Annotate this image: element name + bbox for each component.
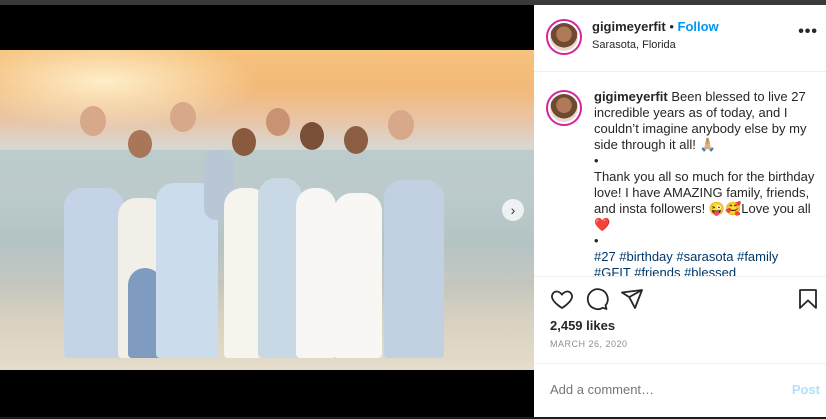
person-head bbox=[300, 122, 324, 150]
bookmark-icon[interactable] bbox=[796, 287, 820, 311]
heart-icon[interactable] bbox=[550, 287, 574, 311]
person-head bbox=[170, 102, 196, 132]
comment-icon[interactable] bbox=[585, 287, 609, 311]
sunset-glow bbox=[0, 50, 260, 130]
chevron-right-icon[interactable]: › bbox=[502, 199, 524, 221]
post-date: MARCH 26, 2020 bbox=[550, 339, 628, 349]
share-icon[interactable] bbox=[620, 287, 644, 311]
post-media[interactable]: › bbox=[0, 5, 534, 417]
location-link[interactable]: Sarasota, Florida bbox=[592, 39, 676, 51]
avatar-image bbox=[550, 23, 578, 51]
caption-text: Thank you all so much for the birthday l… bbox=[594, 169, 815, 232]
avatar-image bbox=[550, 94, 578, 122]
caption-bullet: • bbox=[594, 233, 599, 248]
comment-input[interactable] bbox=[550, 382, 760, 397]
person-head bbox=[128, 130, 152, 158]
post-actions: 2,459 likes MARCH 26, 2020 Post bbox=[534, 276, 826, 418]
likes-count[interactable]: 2,459 likes bbox=[550, 318, 615, 333]
separator-dot: • bbox=[669, 19, 674, 34]
person-figure bbox=[384, 180, 444, 358]
post-comment-button[interactable]: Post bbox=[792, 382, 820, 397]
post-header: gigimeyerfit • Follow Sarasota, Florida … bbox=[534, 5, 826, 72]
avatar[interactable] bbox=[546, 90, 582, 126]
avatar[interactable] bbox=[546, 19, 582, 55]
comment-form: Post bbox=[534, 363, 826, 419]
person-head bbox=[80, 106, 106, 136]
caption: gigimeyerfit Been blessed to live 27 inc… bbox=[594, 89, 816, 276]
caption-area: gigimeyerfit Been blessed to live 27 inc… bbox=[534, 72, 826, 276]
person-head bbox=[344, 126, 368, 154]
caption-username[interactable]: gigimeyerfit bbox=[594, 89, 668, 104]
person-figure bbox=[296, 188, 336, 358]
more-options-icon[interactable]: ••• bbox=[798, 23, 818, 41]
person-figure bbox=[64, 188, 124, 358]
follow-button[interactable]: Follow bbox=[678, 19, 719, 34]
header-user-line: gigimeyerfit • Follow bbox=[592, 19, 719, 34]
person-figure bbox=[334, 193, 382, 358]
post-photo bbox=[0, 50, 534, 370]
header-username[interactable]: gigimeyerfit bbox=[592, 19, 666, 34]
person-head bbox=[232, 128, 256, 156]
post-side-panel: gigimeyerfit • Follow Sarasota, Florida … bbox=[534, 5, 826, 417]
caption-hashtags[interactable]: #27 #birthday #sarasota #family #GFIT #f… bbox=[594, 249, 816, 276]
person-head bbox=[388, 110, 414, 140]
person-head bbox=[266, 108, 290, 136]
caption-bullet: • bbox=[594, 153, 599, 168]
instagram-post-modal: › gigimeyerfit • Follow Sarasota, Florid… bbox=[0, 0, 826, 417]
